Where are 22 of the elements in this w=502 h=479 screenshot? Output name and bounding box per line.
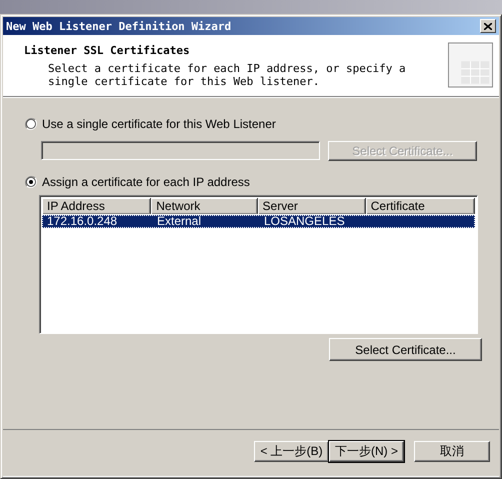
window-title: New Web Listener Definition Wizard xyxy=(6,20,232,32)
close-button[interactable] xyxy=(480,19,496,33)
column-header[interactable]: Network xyxy=(151,198,258,214)
wizard-button[interactable]: < 上一步(B) xyxy=(254,441,329,462)
page-title: Listener SSL Certificates xyxy=(24,44,191,57)
column-header[interactable]: Server xyxy=(258,198,366,214)
table-cell-text: 172.16.0.248 xyxy=(46,215,118,228)
close-icon xyxy=(484,22,492,30)
wizard-icon xyxy=(448,41,493,89)
wizard-button[interactable]: 下一步(N) > xyxy=(329,441,404,462)
radio-button[interactable] xyxy=(25,118,37,130)
wizard-button[interactable]: 取消 xyxy=(414,441,490,462)
select-certificate-button[interactable]: Select Certificate... xyxy=(329,338,482,361)
table-row[interactable]: 172.16.0.248 External LOSANGELES xyxy=(42,215,475,228)
column-header[interactable]: IP Address xyxy=(42,198,152,214)
radio-button[interactable] xyxy=(25,176,37,188)
column-header[interactable]: Certificate xyxy=(366,198,476,214)
radio-label: Assign a certificate for each IP address xyxy=(42,175,250,189)
page-description: Select a certificate for each IP address, or specify a single certificate for this Web listener. xyxy=(48,62,407,88)
radio-label: Use a single certificate for this Web Listener xyxy=(42,117,276,131)
table-cell-text: External xyxy=(156,215,202,228)
table-cell-text: LOSANGELES xyxy=(263,215,346,228)
